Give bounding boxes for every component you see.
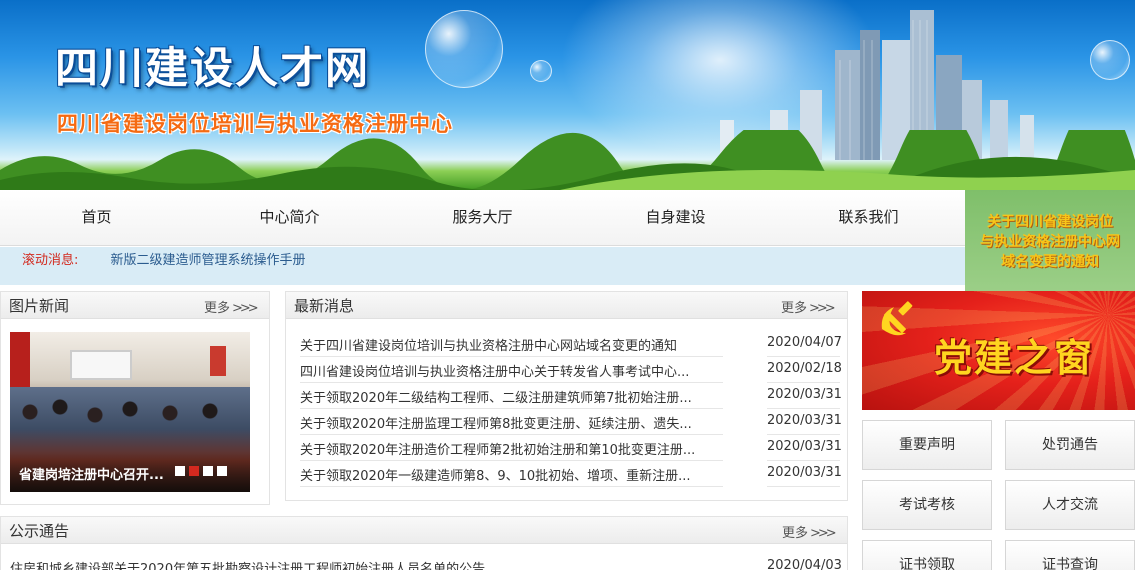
floating-notice-line: 与执业资格注册中心网 xyxy=(980,234,1120,250)
bubble-decoration xyxy=(530,60,552,82)
slide-dot[interactable] xyxy=(217,466,227,476)
nav-item-self-building[interactable]: 自身建设 xyxy=(579,190,772,245)
news-title[interactable]: 关于四川省建设岗位培训与执业资格注册中心网站域名变更的通知 xyxy=(300,335,723,357)
party-building-banner[interactable]: 党建之窗 xyxy=(862,291,1135,410)
announcement-date: 2020/04/03 xyxy=(767,558,842,570)
photo-decoration xyxy=(210,346,226,376)
slide-dot-active[interactable] xyxy=(189,466,199,476)
panel-header: 最新消息 更多 >>> xyxy=(286,292,847,319)
photo-caption-bar: 省建岗培注册中心召开... xyxy=(10,452,250,492)
news-row[interactable]: 关于领取2020年注册造价工程师第2批初始注册和第10批变更注册... 2020… xyxy=(300,435,842,461)
news-title[interactable]: 四川省建设岗位培训与执业资格注册中心关于转发省人事考试中心... xyxy=(300,361,723,383)
nav-item-service-hall[interactable]: 服务大厅 xyxy=(386,190,579,245)
announcement-title[interactable]: 住房和城乡建设部关于2020年第五批勘察设计注册工程师初始注册人员名单的公告 xyxy=(10,558,485,570)
nav-item-home[interactable]: 首页 xyxy=(0,190,193,245)
talent-exchange-button[interactable]: 人才交流 xyxy=(1005,480,1135,530)
news-date: 2020/03/31 xyxy=(767,413,842,435)
news-title[interactable]: 关于领取2020年二级结构工程师、二级注册建筑师第7批初始注册... xyxy=(300,387,723,409)
floating-notice-line: 关于四川省建设岗位 xyxy=(987,214,1113,230)
latest-news-list: 关于四川省建设岗位培训与执业资格注册中心网站域名变更的通知 2020/04/07… xyxy=(300,331,842,487)
hammer-sickle-icon xyxy=(881,301,913,336)
more-arrow-icon: >>> xyxy=(810,526,837,541)
certificate-pickup-button[interactable]: 证书领取 xyxy=(862,540,992,570)
panel-header: 图片新闻 更多 >>> xyxy=(1,292,269,319)
penalty-notice-button[interactable]: 处罚通告 xyxy=(1005,420,1135,470)
photo-caption[interactable]: 省建岗培注册中心召开... xyxy=(19,464,164,483)
site-title: 四川建设人才网 xyxy=(55,44,370,94)
important-statement-button[interactable]: 重要声明 xyxy=(862,420,992,470)
news-title[interactable]: 关于领取2020年注册监理工程师第8批变更注册、延续注册、遗失... xyxy=(300,413,723,435)
more-link[interactable]: 更多 >>> xyxy=(204,297,259,316)
main-nav: 首页 中心简介 服务大厅 自身建设 联系我们 xyxy=(0,190,965,246)
more-link[interactable]: 更多 >>> xyxy=(782,522,837,541)
panel-header: 公示通告 更多 >>> xyxy=(1,517,847,544)
header-banner: 四川建设人才网 四川省建设岗位培训与执业资格注册中心 xyxy=(0,0,1135,190)
news-photo-slideshow[interactable]: 省建岗培注册中心召开... xyxy=(10,332,250,492)
slide-dot[interactable] xyxy=(175,466,185,476)
news-row[interactable]: 四川省建设岗位培训与执业资格注册中心关于转发省人事考试中心... 2020/02… xyxy=(300,357,842,383)
nav-item-about[interactable]: 中心简介 xyxy=(193,190,386,245)
panel-title: 公示通告 xyxy=(9,522,70,540)
slide-indicators xyxy=(175,466,227,476)
news-date: 2020/03/31 xyxy=(767,439,842,461)
bubble-decoration xyxy=(425,10,503,88)
news-date: 2020/03/31 xyxy=(767,387,842,409)
trees-lawn-illustration xyxy=(0,130,1135,190)
floating-notice-line: 域名变更的通知 xyxy=(1001,254,1099,270)
news-date: 2020/02/18 xyxy=(767,361,842,383)
news-row[interactable]: 关于领取2020年二级结构工程师、二级注册建筑师第7批初始注册... 2020/… xyxy=(300,383,842,409)
floating-notice[interactable]: 关于四川省建设岗位 与执业资格注册中心网 域名变更的通知 xyxy=(965,190,1135,294)
photo-decoration xyxy=(70,350,132,380)
more-arrow-icon: >>> xyxy=(809,301,836,316)
news-date: 2020/03/31 xyxy=(767,465,842,487)
news-row[interactable]: 关于领取2020年注册监理工程师第8批变更注册、延续注册、遗失... 2020/… xyxy=(300,409,842,435)
more-link[interactable]: 更多 >>> xyxy=(781,297,836,316)
party-banner-text: 党建之窗 xyxy=(934,335,1095,380)
scrolling-news-label: 滚动消息: xyxy=(22,253,79,268)
panel-title: 最新消息 xyxy=(294,297,355,315)
slide-dot[interactable] xyxy=(203,466,213,476)
news-title[interactable]: 关于领取2020年一级建造师第8、9、10批初始、增项、重新注册... xyxy=(300,465,723,487)
bubble-decoration xyxy=(1090,40,1130,80)
scrolling-news-link[interactable]: 新版二级建造师管理系统操作手册 xyxy=(111,253,306,268)
news-date: 2020/04/07 xyxy=(767,335,842,357)
news-row[interactable]: 关于领取2020年一级建造师第8、9、10批初始、增项、重新注册... 2020… xyxy=(300,461,842,487)
certificate-query-button[interactable]: 证书查询 xyxy=(1005,540,1135,570)
site-subtitle: 四川省建设岗位培训与执业资格注册中心 xyxy=(57,112,453,136)
exam-assessment-button[interactable]: 考试考核 xyxy=(862,480,992,530)
news-row[interactable]: 关于四川省建设岗位培训与执业资格注册中心网站域名变更的通知 2020/04/07 xyxy=(300,331,842,357)
scrolling-news-bar: 滚动消息: 新版二级建造师管理系统操作手册 xyxy=(0,247,965,285)
nav-item-contact[interactable]: 联系我们 xyxy=(772,190,965,245)
more-arrow-icon: >>> xyxy=(232,301,259,316)
news-title[interactable]: 关于领取2020年注册造价工程师第2批初始注册和第10批变更注册... xyxy=(300,439,723,461)
panel-title: 图片新闻 xyxy=(9,297,70,315)
